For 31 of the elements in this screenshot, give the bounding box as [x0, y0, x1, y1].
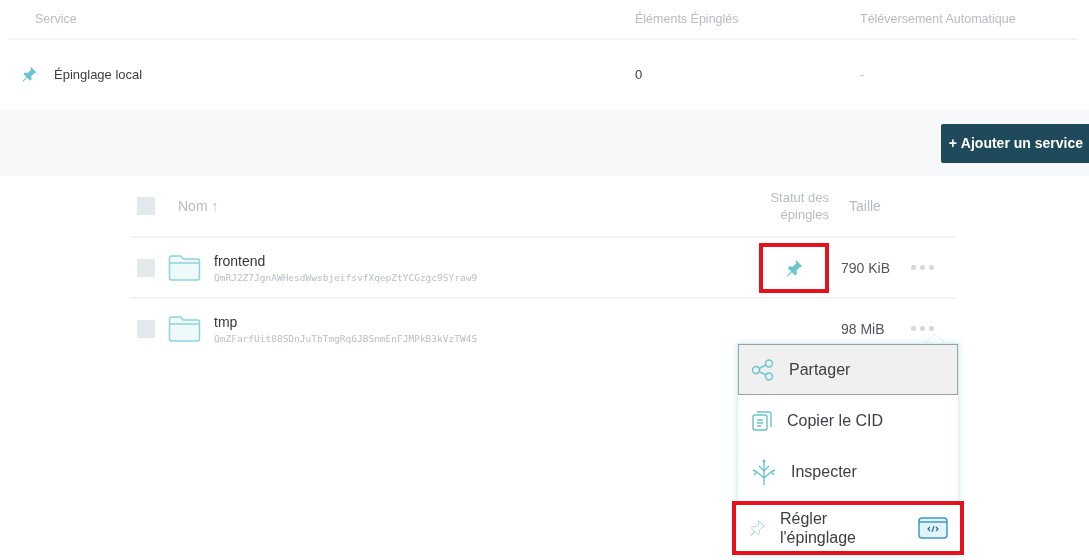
auto-upload-value: - — [860, 66, 866, 82]
menu-item[interactable]: Inspecter — [738, 446, 958, 497]
code-window-icon — [918, 517, 948, 539]
folder-cid: QmZFarfUit88SDnJuTbTmgRq6JBSnmEnFJMPkB3kVzTW4S — [214, 332, 479, 344]
row-checkbox[interactable] — [137, 319, 155, 338]
folder-name[interactable]: tmp — [214, 313, 751, 330]
service-name: Épinglage local — [54, 66, 143, 82]
row-checkbox[interactable] — [137, 258, 155, 277]
pin-icon — [20, 65, 38, 83]
select-all-checkbox[interactable] — [137, 197, 155, 215]
menu-item[interactable]: Partager — [738, 344, 958, 395]
folder-icon — [168, 253, 201, 282]
add-service-button[interactable]: + Ajouter un service — [940, 123, 1089, 163]
size-column-header: Taille — [848, 198, 882, 214]
folder-name[interactable]: frontend — [214, 252, 751, 269]
folder-cid: QmRJ2Z7JgnAWHesdWwsbjeifsvfXqepZtYCGzgc9SYraw9 — [214, 271, 479, 283]
pinned-count: 0 — [635, 66, 644, 82]
menu-item[interactable]: Régler l'épinglage — [732, 501, 964, 555]
folder-size: 790 KiB — [840, 259, 892, 276]
column-header: Téléversement Automatique — [860, 12, 1017, 26]
share-icon — [751, 358, 775, 381]
column-header: Éléments Épinglés — [635, 12, 740, 26]
pin-outline-icon — [748, 519, 766, 537]
copy-icon — [751, 409, 773, 432]
column-header: Service — [34, 12, 78, 26]
status-column-header: Statut des épingles — [769, 189, 829, 223]
folder-size: 98 MiB — [840, 320, 886, 337]
folder-icon — [168, 314, 201, 343]
pinned-icon — [784, 257, 804, 278]
tree-icon — [751, 457, 777, 486]
menu-item[interactable]: Copier le CID — [738, 395, 958, 446]
